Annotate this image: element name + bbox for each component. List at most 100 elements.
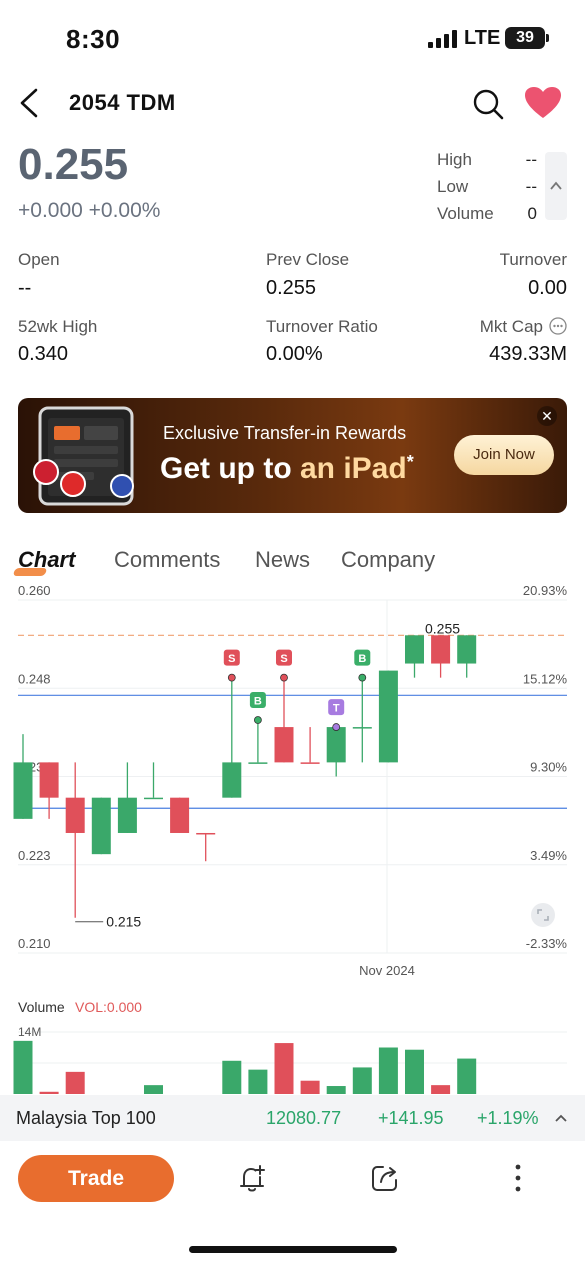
high-label: High bbox=[437, 150, 472, 169]
candle-body bbox=[457, 635, 477, 664]
network-type: LTE bbox=[464, 27, 501, 49]
price-chart[interactable]: 0.260 20.93%0.248 15.12%0.235 9.30%0.223 3.4… bbox=[0, 585, 585, 985]
stat-52wk-high-label: 52wk High bbox=[18, 317, 98, 336]
chevron-up-icon[interactable] bbox=[553, 1112, 569, 1124]
volume-tick-label: 14M bbox=[18, 1025, 41, 1039]
trade-marker-label: B bbox=[254, 696, 262, 708]
y-tick-label-left: 0.260 bbox=[18, 585, 51, 598]
candle-body bbox=[117, 797, 137, 833]
banner-title-b: an iPad bbox=[299, 452, 407, 485]
collapse-quote-button[interactable] bbox=[545, 152, 567, 220]
join-now-button[interactable]: Join Now bbox=[454, 435, 554, 475]
trade-marker-dot bbox=[227, 673, 236, 682]
volume-bar bbox=[352, 1067, 372, 1094]
more-info-icon[interactable] bbox=[549, 317, 567, 335]
volume-value-label: VOL:0.000 bbox=[75, 999, 142, 1015]
low-price-annotation: 0.215 bbox=[106, 914, 141, 930]
candle-body bbox=[65, 797, 85, 833]
price-change: +0.000 +0.00% bbox=[18, 199, 161, 222]
x-axis-label: Nov 2024 bbox=[359, 963, 415, 978]
candle-body bbox=[170, 797, 190, 833]
stat-mkt-cap-label: Mkt Cap bbox=[479, 317, 543, 336]
candle-body bbox=[13, 762, 33, 819]
y-tick-label-right: 3.49% bbox=[530, 848, 567, 863]
volume-bar bbox=[274, 1043, 294, 1094]
stat-turnover-ratio-label: Turnover Ratio bbox=[266, 317, 378, 336]
trade-marker-dot bbox=[280, 673, 288, 682]
fullscreen-icon[interactable] bbox=[530, 902, 556, 928]
low-label: Low bbox=[437, 177, 469, 196]
volume-bar bbox=[378, 1047, 398, 1094]
stat-prev-close-value: 0.255 bbox=[266, 277, 317, 299]
battery-icon: 39 bbox=[505, 27, 549, 49]
candle-body bbox=[378, 670, 398, 763]
index-change-pct: +1.19% bbox=[477, 1108, 539, 1128]
search-icon[interactable] bbox=[472, 88, 504, 120]
last-price: 0.255 bbox=[18, 140, 129, 189]
close-icon[interactable]: ✕ bbox=[537, 406, 557, 426]
trade-marker-label: T bbox=[333, 703, 340, 715]
candle-body bbox=[300, 762, 320, 764]
y-tick-label-right: 9.30% bbox=[530, 760, 567, 775]
more-options-icon[interactable] bbox=[510, 1162, 526, 1194]
banner-title-c: * bbox=[406, 452, 414, 472]
tab-comments[interactable]: Comments bbox=[114, 547, 220, 573]
trade-marker-dot bbox=[358, 673, 367, 682]
chevron-up-icon bbox=[550, 181, 562, 190]
trade-marker-label: S bbox=[280, 653, 287, 665]
banner-title-a: Get up to bbox=[160, 452, 300, 485]
candle-body bbox=[144, 797, 163, 800]
index-value: 12080.77 bbox=[266, 1108, 342, 1128]
y-tick-label-left: 0.223 bbox=[18, 848, 51, 863]
volume-title: Volume bbox=[18, 999, 65, 1015]
promo-banner[interactable]: Exclusive Transfer-in Rewards Get up to … bbox=[18, 398, 567, 513]
volume-bar bbox=[65, 1071, 85, 1094]
y-tick-label-left: 0.210 bbox=[18, 936, 51, 951]
tab-company[interactable]: Company bbox=[341, 547, 435, 573]
stat-52wk-high-value: 0.340 bbox=[18, 343, 69, 365]
candle-body bbox=[352, 727, 372, 729]
volume-value: 0 bbox=[527, 204, 537, 223]
low-value: -- bbox=[525, 177, 537, 196]
volume-bar bbox=[39, 1091, 59, 1094]
tablet-promo-icon bbox=[33, 406, 134, 506]
y-tick-label-left: 0.248 bbox=[18, 671, 51, 686]
volume-bar bbox=[144, 1085, 163, 1094]
candle-body bbox=[274, 727, 294, 763]
volume-bar bbox=[405, 1049, 424, 1094]
candle-body bbox=[326, 727, 346, 763]
volume-bar bbox=[248, 1069, 268, 1094]
volume-bar bbox=[431, 1085, 451, 1094]
high-value: -- bbox=[525, 150, 537, 169]
candle-body bbox=[431, 635, 451, 664]
volume-chart: 14M7 bbox=[13, 1025, 567, 1094]
stat-turnover-ratio-value: 0.00% bbox=[266, 343, 323, 365]
share-icon[interactable] bbox=[369, 1162, 401, 1194]
candle-body bbox=[248, 762, 268, 764]
stat-turnover-label: Turnover bbox=[499, 250, 567, 269]
status-bar: 8:30 LTE 39 bbox=[0, 0, 585, 76]
tab-chart[interactable]: Chart bbox=[18, 547, 75, 573]
candle-body bbox=[91, 797, 111, 855]
candle-body bbox=[196, 832, 216, 835]
trade-marker-label: B bbox=[358, 653, 366, 665]
stat-prev-close-label: Prev Close bbox=[266, 250, 350, 269]
status-time: 8:30 bbox=[66, 24, 121, 54]
page-title: 2054 TDM bbox=[69, 90, 176, 115]
tab-news[interactable]: News bbox=[255, 547, 310, 573]
favorite-heart-icon[interactable] bbox=[524, 86, 562, 120]
candle-body bbox=[222, 762, 242, 798]
trade-marker-label: S bbox=[228, 653, 235, 665]
price-alert-bell-icon[interactable] bbox=[236, 1162, 268, 1194]
trade-button[interactable]: Trade bbox=[18, 1155, 174, 1202]
volume-bar bbox=[222, 1060, 242, 1094]
banner-title: Get up to an iPad* bbox=[160, 452, 414, 486]
candle-body bbox=[39, 762, 59, 798]
stat-turnover-value: 0.00 bbox=[528, 277, 567, 299]
y-tick-label-right: -2.33% bbox=[526, 936, 568, 951]
last-price-annotation: 0.255 bbox=[425, 620, 460, 636]
back-icon[interactable] bbox=[16, 88, 42, 118]
stat-open-value: -- bbox=[18, 277, 32, 299]
y-tick-label-right: 15.12% bbox=[523, 671, 568, 686]
index-name: Malaysia Top 100 bbox=[16, 1108, 156, 1128]
